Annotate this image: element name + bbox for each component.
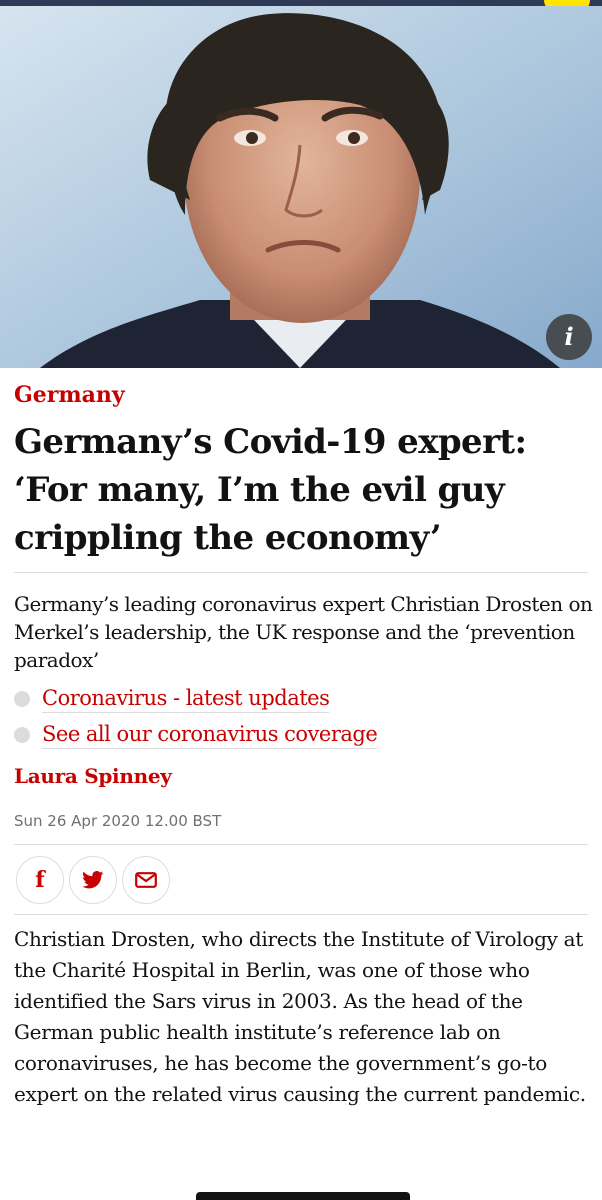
article-headline: Germany’s Covid-19 expert: ‘For many, I’… <box>14 422 527 558</box>
facebook-icon: f <box>35 867 45 893</box>
meta-divider <box>14 844 588 845</box>
article-body-paragraph: Christian Drosten, who directs the Insti… <box>14 927 586 1106</box>
bullet-dot-icon <box>14 726 30 743</box>
twitter-icon <box>82 871 104 889</box>
image-info-button[interactable]: i <box>546 314 592 360</box>
envelope-icon <box>135 872 157 888</box>
share-facebook-button[interactable]: f <box>16 856 64 904</box>
related-link-all-coverage[interactable]: See all our coronavirus coverage <box>42 720 378 749</box>
related-link-item[interactable]: Coronavirus - latest updates <box>14 684 594 713</box>
share-divider <box>14 914 588 915</box>
portrait-photo <box>0 6 602 368</box>
home-indicator[interactable] <box>196 1192 410 1200</box>
share-email-button[interactable] <box>122 856 170 904</box>
headline-divider <box>14 572 588 573</box>
hero-image[interactable]: i <box>0 0 602 368</box>
related-link-latest-updates[interactable]: Coronavirus - latest updates <box>42 684 330 713</box>
publish-date: Sun 26 Apr 2020 12.00 BST <box>14 812 222 830</box>
author-byline[interactable]: Laura Spinney <box>14 764 172 788</box>
related-link-item[interactable]: See all our coronavirus coverage <box>14 720 594 749</box>
article-standfirst: Germany’s leading coronavirus expert Chr… <box>14 592 593 672</box>
section-label[interactable]: Germany <box>14 382 125 408</box>
bullet-dot-icon <box>14 690 30 707</box>
share-twitter-button[interactable] <box>69 856 117 904</box>
